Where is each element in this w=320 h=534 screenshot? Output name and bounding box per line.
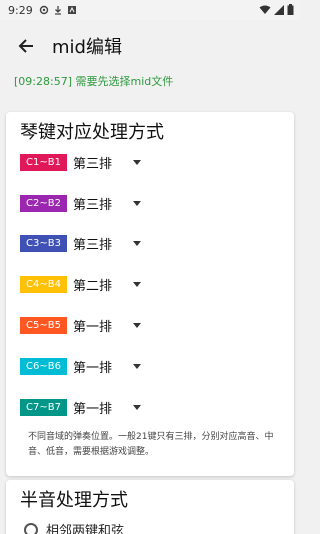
row-select-value: 第一排 [73,319,113,335]
range-tag: C5~B5 [20,316,67,334]
range-tag: C6~B6 [20,357,67,375]
key-row-c2[interactable]: C2~B2 第三排 [20,193,141,213]
semitone-option-adjacent-chord[interactable]: 相邻两键和弦 [24,520,124,534]
range-tag: C7~B7 [20,398,67,416]
row-select-value: 第一排 [73,360,113,376]
dropdown-arrow-icon [133,322,141,328]
dropdown-arrow-icon [133,281,141,287]
semitone-card: 半音处理方式 相邻两键和弦 [6,480,294,534]
key-row-c7[interactable]: C7~B7 第一排 [20,397,141,417]
dropdown-arrow-icon [133,363,141,369]
app-notification-icon [67,5,77,15]
key-mapping-card: 琴键对应处理方式 C1~B1 第三排 C2~B2 第三排 C3~B3 第三排 C… [6,112,294,476]
dropdown-arrow-icon [133,200,141,206]
status-message: [09:28:57] 需要先选择mid文件 [14,75,174,88]
page-title: mid编辑 [52,37,122,58]
key-row-c3[interactable]: C3~B3 第三排 [20,233,141,253]
status-bar: 9:29 [0,0,300,20]
back-button[interactable] [6,26,46,66]
cell-signal-icon [274,4,284,18]
radio-label: 相邻两键和弦 [46,524,125,534]
key-row-c6[interactable]: C6~B6 第一排 [20,356,141,376]
dropdown-arrow-icon [133,404,141,410]
row-select-value: 第三排 [73,237,113,253]
row-select-value: 第三排 [73,156,113,172]
key-row-c4[interactable]: C4~B4 第二排 [20,274,141,294]
row-select-value: 第一排 [73,401,113,417]
status-time: 9:29 [8,3,33,17]
dropdown-arrow-icon [133,240,141,246]
key-row-c1[interactable]: C1~B1 第三排 [20,152,141,172]
range-tag: C4~B4 [20,275,67,293]
battery-icon [287,4,294,18]
key-mapping-note: 不同音域的弹奏位置。一般21键只有三排，分别对应高音、中音、低音，需要根据游戏调… [28,432,274,457]
key-row-c5[interactable]: C5~B5 第一排 [20,315,141,335]
app-bar: mid编辑 [0,20,300,72]
key-mapping-title: 琴键对应处理方式 [20,122,164,143]
arrow-back-icon [18,39,33,53]
settings-notification-icon [39,5,49,15]
semitone-title: 半音处理方式 [20,490,128,511]
range-tag: C2~B2 [20,194,67,212]
download-notification-icon [53,5,63,15]
radio-button[interactable] [24,522,38,534]
dropdown-arrow-icon [133,159,141,165]
row-select-value: 第二排 [73,278,113,294]
row-select-value: 第三排 [73,197,113,213]
range-tag: C3~B3 [20,234,67,252]
range-tag: C1~B1 [20,153,67,171]
wifi-icon [259,5,271,18]
